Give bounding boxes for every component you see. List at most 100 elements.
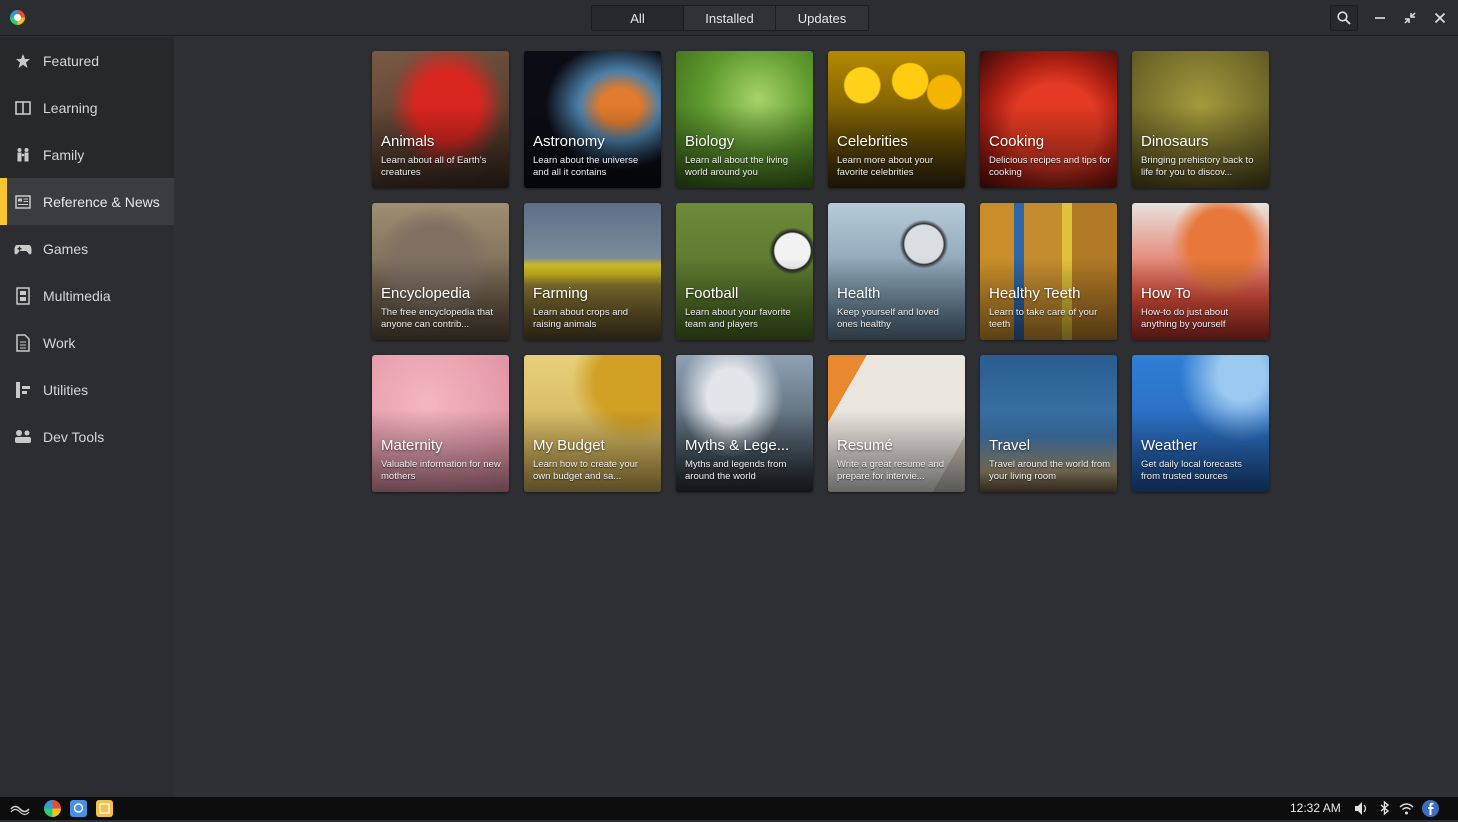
sidebar-item-featured[interactable]: Featured [0,37,174,84]
tile-title: My Budget [533,437,605,454]
tile-description: Learn more about your favorite celebriti… [837,155,934,178]
sidebar-item-games[interactable]: Games [0,225,174,272]
tile-description: Travel around the world from your living… [989,459,1111,482]
newspaper-icon [14,193,32,211]
tile-description: Myths and legends from around the world [685,459,787,482]
tools-icon [14,381,32,399]
tile-title: Myths & Lege... [685,437,790,454]
app-tile-football[interactable]: Football Learn about your favorite team … [676,203,813,340]
tile-description: Bringing prehistory back to life for you… [1141,155,1254,178]
app-tile-health[interactable]: Health Keep yourself and loved ones heal… [828,203,965,340]
sidebar-item-family[interactable]: Family [0,131,174,178]
unmaximize-icon [1404,12,1416,24]
app-grid: Animals Learn about all of Earth's creat… [372,51,1269,492]
tile-title: Celebrities [837,133,908,150]
sidebar-item-label: Dev Tools [43,428,105,445]
title-bar: All Installed Updates [0,0,1458,36]
app-tile-resume[interactable]: Resumé Write a great resume and prepare … [828,355,965,492]
sidebar-item-utilities[interactable]: Utilities [0,366,174,413]
filter-tabs: All Installed Updates [591,5,869,31]
files-icon[interactable] [96,800,113,817]
sidebar-item-multimedia[interactable]: Multimedia [0,272,174,319]
tile-title: Farming [533,285,589,302]
sidebar-item-learning[interactable]: Learning [0,84,174,131]
sidebar-item-label: Reference & News [43,193,160,210]
sidebar-item-label: Games [43,240,89,257]
app-tile-weather[interactable]: Weather Get daily local forecasts from t… [1132,355,1269,492]
sidebar-item-reference-news[interactable]: Reference & News [0,178,174,225]
close-icon [1434,12,1446,24]
close-button[interactable] [1430,8,1450,28]
app-tile-healthy-teeth[interactable]: Healthy Teeth Learn to take care of your… [980,203,1117,340]
app-tile-dinosaurs[interactable]: Dinosaurs Bringing prehistory back to li… [1132,51,1269,188]
tile-title: Dinosaurs [1141,133,1209,150]
tile-title: Maternity [381,437,443,454]
app-tile-how-to[interactable]: How To How-to do just about anything by … [1132,203,1269,340]
wifi-icon[interactable] [1398,800,1415,817]
tab-all[interactable]: All [592,6,684,30]
app-tile-astronomy[interactable]: Astronomy Learn about the universe and a… [524,51,661,188]
app-center-icon[interactable] [44,800,61,817]
search-button[interactable] [1330,5,1358,31]
tile-title: Resumé [837,437,893,454]
tile-title: Healthy Teeth [989,285,1081,302]
tile-title: Encyclopedia [381,285,471,302]
sidebar-item-label: Utilities [43,381,89,398]
tile-title: Football [685,285,739,302]
devtools-icon [14,428,32,446]
sidebar-item-work[interactable]: Work [0,319,174,366]
volume-icon[interactable] [1353,800,1370,817]
facebook-icon[interactable] [1422,800,1439,817]
bluetooth-icon[interactable] [1376,800,1393,817]
tile-description: The free encyclopedia that anyone can co… [381,307,493,330]
star-icon [14,52,32,70]
family-icon [14,146,32,164]
app-tile-animals[interactable]: Animals Learn about all of Earth's creat… [372,51,509,188]
category-sidebar: Featured Learning Family Reference & New… [0,37,174,797]
sidebar-item-dev-tools[interactable]: Dev Tools [0,413,174,460]
minimize-icon [1375,17,1385,19]
tile-description: How-to do just about anything by yoursel… [1141,307,1229,330]
tile-description: Keep yourself and loved ones healthy [837,307,939,330]
tile-title: Health [837,285,881,302]
tile-title: Weather [1141,437,1198,454]
tile-description: Valuable information for new mothers [381,459,501,482]
tile-title: How To [1141,285,1191,302]
menu-icon[interactable] [10,800,30,817]
unmaximize-button[interactable] [1400,8,1420,28]
app-logo-icon [10,10,25,25]
tile-description: Learn about the universe and all it cont… [533,155,639,178]
document-icon [14,333,32,352]
tile-description: Learn about all of Earth's creatures [381,155,487,178]
taskbar: 12:32 AM [0,797,1458,820]
gamepad-icon [14,240,32,258]
tile-description: Learn about crops and raising animals [533,307,629,330]
tab-installed[interactable]: Installed [684,6,776,30]
app-tile-biology[interactable]: Biology Learn all about the living world… [676,51,813,188]
app-tile-maternity[interactable]: Maternity Valuable information for new m… [372,355,509,492]
app-tile-encyclopedia[interactable]: Encyclopedia The free encyclopedia that … [372,203,509,340]
film-icon [14,286,32,305]
app-tile-celebrities[interactable]: Celebrities Learn more about your favori… [828,51,965,188]
app-tile-farming[interactable]: Farming Learn about crops and raising an… [524,203,661,340]
app-tile-cooking[interactable]: Cooking Delicious recipes and tips for c… [980,51,1117,188]
tile-title: Cooking [989,133,1045,150]
tile-description: Get daily local forecasts from trusted s… [1141,459,1242,482]
tab-updates[interactable]: Updates [776,6,868,30]
sidebar-item-label: Learning [43,99,98,116]
sidebar-item-label: Family [43,146,85,163]
tile-description: Learn all about the living world around … [685,155,788,178]
tile-description: Write a great resume and prepare for int… [837,459,945,482]
tile-description: Delicious recipes and tips for cooking [989,155,1111,178]
app-tile-travel[interactable]: Travel Travel around the world from your… [980,355,1117,492]
app-tile-myths-legends[interactable]: Myths & Lege... Myths and legends from a… [676,355,813,492]
search-icon [1337,11,1351,25]
clock[interactable]: 12:32 AM [1290,801,1341,815]
tile-title: Biology [685,133,735,150]
chat-icon[interactable] [70,800,87,817]
tile-title: Animals [381,133,435,150]
app-tile-my-budget[interactable]: My Budget Learn how to create your own b… [524,355,661,492]
minimize-button[interactable] [1370,8,1390,28]
tile-title: Astronomy [533,133,605,150]
book-icon [14,99,32,117]
